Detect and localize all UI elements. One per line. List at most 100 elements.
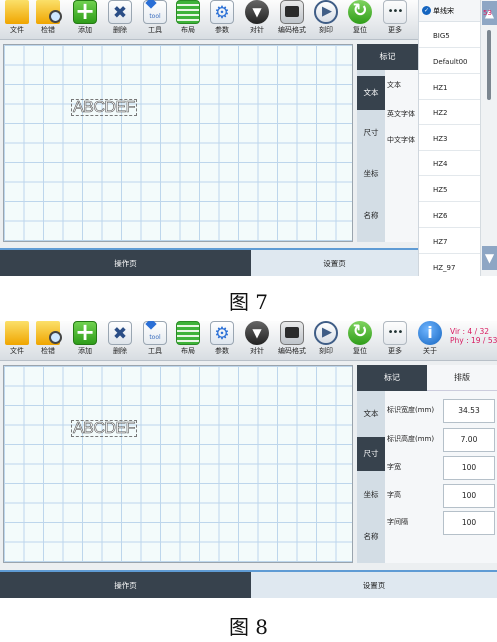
tab-settings-page[interactable]: 设置页 — [251, 570, 497, 598]
label-char-height: 字高 — [387, 491, 401, 499]
side-tab-text[interactable]: 文本 — [357, 397, 385, 431]
dropdown-item[interactable]: HZ6 — [419, 204, 481, 228]
canvas-text-object[interactable]: ABCDEF — [71, 99, 137, 116]
screenshot-fig7: 文件 检错 添加 删除 工具 布局 参数 对针 编码格式 刻印 复位 更多 AB… — [0, 0, 497, 276]
more-icon — [383, 321, 407, 345]
bottom-bar: 操作页 设置页 — [0, 570, 497, 598]
side-tab-text[interactable]: 文本 — [357, 76, 385, 110]
print-button[interactable]: 刻印 — [311, 0, 341, 40]
label-mark-height: 标识高度(mm) — [387, 435, 435, 443]
canvas-text-object[interactable]: ABCDEF — [71, 420, 137, 437]
params-button[interactable]: 参数 — [207, 0, 237, 40]
pin-button[interactable]: 对针 — [242, 321, 272, 361]
folder-icon — [5, 321, 29, 345]
delete-button[interactable]: 删除 — [105, 321, 135, 361]
edit-canvas[interactable]: ABCDEF — [3, 365, 353, 563]
params-button[interactable]: 参数 — [207, 321, 237, 361]
mark-height-field[interactable]: 7.00 — [443, 428, 495, 452]
side-tab-coordinate[interactable]: 坐标 — [357, 478, 385, 512]
close-icon — [108, 321, 132, 345]
dropdown-item[interactable]: HZ3 — [419, 127, 481, 151]
version-vir: Vir : 4 / 32 — [450, 327, 490, 336]
dropdown-scrollbar[interactable]: ▲ ▼ — [480, 0, 497, 276]
tab-mark[interactable]: 标记 — [357, 365, 427, 391]
about-button[interactable]: 关于 — [415, 321, 445, 361]
dropdown-item[interactable]: Default00 — [419, 50, 481, 74]
layout-icon — [176, 321, 200, 345]
font-dropdown-list[interactable]: ✓ 单线宋 BIG5 Default00 HZ1 HZ2 HZ3 HZ4 HZ5 … — [418, 0, 481, 276]
reset-button[interactable]: 复位 — [345, 0, 375, 40]
label-mark-width: 标识宽度(mm) — [387, 406, 435, 414]
char-height-field[interactable]: 100 — [443, 484, 495, 508]
caption-fig7: 图 7 — [228, 290, 269, 314]
layout-button[interactable]: 布局 — [173, 321, 203, 361]
check-button[interactable]: 检错 — [33, 321, 63, 361]
screenshot-fig8: 文件 检错 添加 删除 工具 布局 参数 对针 编码格式 刻印 复位 更多 关于… — [0, 321, 497, 598]
gear-icon — [210, 0, 234, 24]
tab-settings-page[interactable]: 设置页 — [251, 248, 418, 276]
char-width-field[interactable]: 100 — [443, 456, 495, 480]
tool-button[interactable]: 工具 — [140, 0, 170, 40]
file-button[interactable]: 文件 — [2, 321, 32, 361]
gear-icon — [210, 321, 234, 345]
label-char-spacing: 字间隔 — [387, 518, 408, 526]
dropdown-item[interactable]: HZ5 — [419, 178, 481, 202]
version-phy: Phy : 19 / 53 — [450, 336, 497, 345]
file-button[interactable]: 文件 — [2, 0, 32, 40]
search-icon — [36, 0, 62, 24]
plus-icon — [73, 0, 97, 25]
side-tabs: 文本 尺寸 坐标 名称 — [357, 70, 385, 242]
pin-icon — [245, 0, 269, 24]
layout-icon — [176, 0, 200, 24]
plus-icon — [73, 321, 97, 346]
dropdown-item[interactable]: HZ1 — [419, 76, 481, 100]
pin-button[interactable]: 对针 — [242, 0, 272, 40]
side-tab-name[interactable]: 名称 — [357, 520, 385, 554]
play-icon — [314, 321, 338, 345]
check-icon: ✓ — [422, 6, 431, 15]
side-tab-size[interactable]: 尺寸 — [357, 437, 385, 471]
label-text: 文本 — [387, 81, 401, 89]
tab-layout[interactable]: 排版 — [427, 365, 497, 391]
property-panel: 标记 排版 文本 尺寸 坐标 名称 标识宽度(mm) 34.53 标识高度(mm… — [357, 365, 497, 563]
more-button[interactable]: 更多 — [380, 321, 410, 361]
mark-width-field[interactable]: 34.53 — [443, 399, 495, 423]
reset-button[interactable]: 复位 — [345, 321, 375, 361]
dropdown-item[interactable]: HZ2 — [419, 101, 481, 125]
code-format-button[interactable]: 编码格式 — [277, 0, 307, 40]
version-info: Vir : 4 / 32 Phy : 19 / 53 — [450, 327, 497, 345]
layout-button[interactable]: 布局 — [173, 0, 203, 40]
tool-icon — [143, 321, 167, 345]
search-icon — [36, 321, 62, 345]
dropdown-item[interactable]: HZ4 — [419, 152, 481, 176]
delete-button[interactable]: 删除 — [105, 0, 135, 40]
tool-button[interactable]: 工具 — [140, 321, 170, 361]
tab-operation-page[interactable]: 操作页 — [0, 570, 251, 598]
monitor-icon — [280, 321, 304, 345]
more-button[interactable]: 更多 — [380, 0, 410, 40]
char-spacing-field[interactable]: 100 — [443, 511, 495, 535]
info-icon — [418, 321, 442, 345]
side-tab-size[interactable]: 尺寸 — [357, 116, 385, 150]
add-button[interactable]: 添加 — [70, 321, 100, 361]
dropdown-item[interactable]: BIG5 — [419, 24, 481, 48]
side-tab-name[interactable]: 名称 — [357, 199, 385, 233]
add-button[interactable]: 添加 — [70, 0, 100, 40]
side-tab-coordinate[interactable]: 坐标 — [357, 157, 385, 191]
label-char-width: 字宽 — [387, 463, 401, 471]
refresh-icon — [348, 0, 372, 24]
close-icon — [108, 0, 132, 24]
toolbar: 文件 检错 添加 删除 工具 布局 参数 对针 编码格式 刻印 复位 更多 关于… — [0, 321, 497, 361]
dropdown-selected-item[interactable]: ✓ 单线宋 — [419, 0, 481, 22]
tab-operation-page[interactable]: 操作页 — [0, 248, 251, 276]
check-button[interactable]: 检错 — [33, 0, 63, 40]
play-icon — [314, 0, 338, 24]
bottom-bar: 操作页 设置页 — [0, 248, 497, 276]
tab-mark[interactable]: 标记 — [357, 44, 418, 70]
label-chinese-font: 中文字体 — [387, 136, 415, 144]
print-button[interactable]: 刻印 — [311, 321, 341, 361]
code-format-button[interactable]: 编码格式 — [277, 321, 307, 361]
edit-canvas[interactable]: ABCDEF — [3, 44, 353, 242]
scroll-thumb[interactable] — [487, 30, 491, 100]
monitor-icon — [280, 0, 304, 24]
